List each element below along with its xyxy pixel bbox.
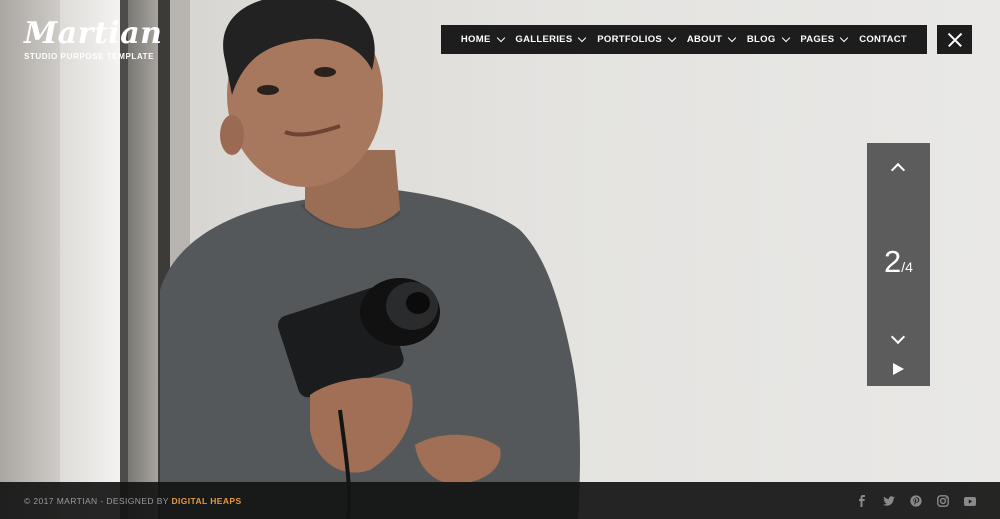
designer-link[interactable]: DIGITAL HEAPS: [171, 496, 241, 506]
nav-item-label: PAGES: [800, 34, 835, 45]
pinterest-icon[interactable]: [910, 494, 922, 507]
nav-item-label: PORTFOLIOS: [597, 34, 663, 45]
facebook-icon[interactable]: [856, 494, 868, 507]
close-icon[interactable]: [937, 25, 972, 54]
social-links: [856, 494, 976, 507]
slide-counter: 2/4: [867, 244, 930, 280]
nav-item-label: BLOG: [746, 34, 776, 45]
footer: © 2017 MARTIAN - DESIGNED BY DIGITAL HEA…: [0, 482, 1000, 519]
nav-item-label: CONTACT: [859, 34, 908, 45]
logo-title: Martian: [24, 16, 163, 51]
nav-item-galleries[interactable]: GALLERIES: [515, 33, 587, 45]
chevron-down-icon[interactable]: [892, 333, 904, 345]
nav-item-label: GALLERIES: [515, 34, 573, 45]
slider-panel: 2/4: [867, 143, 930, 386]
logo-subtitle: STUDIO PURPOSE TEMPLATE: [24, 52, 155, 61]
twitter-icon[interactable]: [883, 495, 895, 507]
nav-item-home[interactable]: HOME: [460, 33, 505, 45]
instagram-icon[interactable]: [937, 494, 949, 507]
nav-item-blog[interactable]: BLOG: [746, 33, 790, 45]
nav-item-portfolios[interactable]: PORTFOLIOS: [597, 33, 677, 45]
slide-total: 4: [905, 259, 913, 275]
nav-item-label: HOME: [460, 34, 491, 45]
nav-item-about[interactable]: ABOUT: [686, 33, 737, 45]
logo[interactable]: Martian STUDIO PURPOSE TEMPLATE: [24, 16, 163, 62]
nav-item-contact[interactable]: CONTACT: [859, 34, 907, 45]
chevron-down-icon: [781, 33, 790, 42]
chevron-down-icon: [840, 33, 849, 42]
youtube-icon[interactable]: [964, 495, 976, 507]
nav-item-label: ABOUT: [686, 34, 723, 45]
chevron-up-icon[interactable]: [892, 161, 904, 173]
nav-item-pages[interactable]: PAGES: [800, 33, 849, 45]
chevron-down-icon: [727, 33, 737, 42]
slide-current: 2: [884, 244, 902, 279]
copyright: © 2017 MARTIAN - DESIGNED BY DIGITAL HEA…: [24, 496, 242, 506]
chevron-down-icon: [496, 33, 505, 42]
hero-background: [0, 0, 1000, 519]
copyright-text: © 2017 MARTIAN - DESIGNED BY: [24, 495, 172, 506]
play-icon[interactable]: [893, 363, 904, 375]
photographer-photo: [160, 0, 580, 519]
chevron-down-icon: [667, 33, 677, 42]
chevron-down-icon: [578, 33, 587, 42]
main-nav: HOME GALLERIES PORTFOLIOS ABOUT BLOG PAG…: [441, 25, 927, 54]
